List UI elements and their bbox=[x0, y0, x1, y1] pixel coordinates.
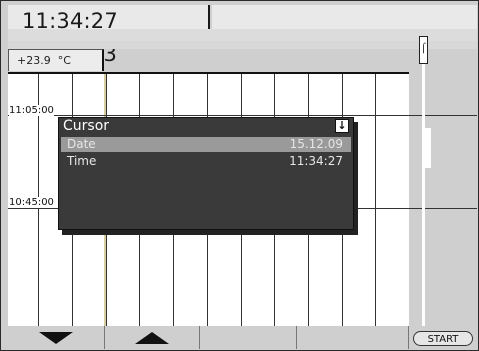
time-label: 10:45:00 bbox=[9, 197, 54, 208]
row-label: Date bbox=[67, 137, 96, 151]
header-band-lower bbox=[8, 41, 477, 49]
triangle-down-icon bbox=[39, 332, 73, 344]
grid-hline-extension bbox=[409, 115, 477, 116]
header-band bbox=[8, 29, 477, 41]
dialog-close-icon[interactable]: ↓ bbox=[335, 119, 349, 133]
row-label: Time bbox=[67, 154, 97, 168]
channel-value: +23.9 bbox=[17, 54, 51, 67]
dialog-row-time[interactable]: Time 11:34:27 bbox=[61, 154, 351, 169]
dialog-row-date[interactable]: Date 15.12.09 bbox=[61, 137, 351, 152]
row-value: 15.12.09 bbox=[289, 137, 343, 151]
softkey-4[interactable] bbox=[297, 326, 409, 349]
header-right-area bbox=[212, 5, 477, 29]
scroll-down-button[interactable] bbox=[8, 326, 105, 349]
scroll-marker[interactable] bbox=[425, 128, 431, 168]
grid-hline bbox=[8, 115, 409, 116]
scroll-up-button[interactable] bbox=[105, 326, 200, 349]
channel-unit: °C bbox=[57, 54, 71, 67]
dialog-title: Cursor bbox=[63, 118, 110, 134]
grid-hline-extension bbox=[409, 208, 477, 209]
cursor-dialog: Cursor ↓ Date 15.12.09 Time 11:34:27 bbox=[58, 117, 354, 230]
channel-tab[interactable]: +23.9 °C bbox=[8, 49, 104, 71]
scroll-track[interactable] bbox=[422, 50, 425, 326]
triangle-up-icon bbox=[135, 332, 169, 344]
row-value: 11:34:27 bbox=[289, 154, 343, 168]
start-button[interactable]: START bbox=[413, 331, 473, 346]
scroll-indicator-icon[interactable]: ⌠ bbox=[419, 36, 428, 64]
grid-vline bbox=[375, 74, 376, 326]
softkey-3[interactable] bbox=[200, 326, 297, 349]
time-label: 11:05:00 bbox=[9, 105, 54, 116]
right-panel bbox=[409, 72, 477, 326]
